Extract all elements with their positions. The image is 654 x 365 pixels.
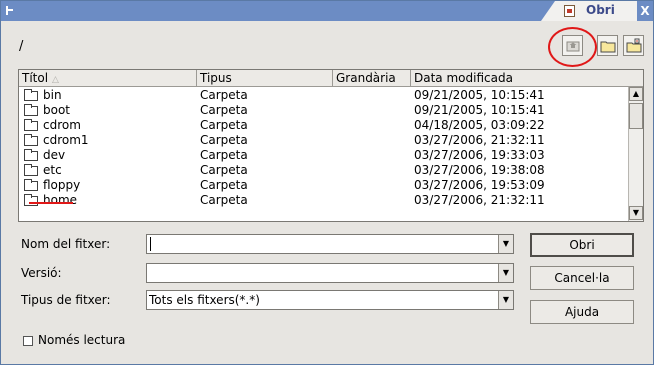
folder-icon	[24, 164, 38, 176]
current-path: /	[19, 39, 24, 54]
table-row[interactable]: floppy Carpeta 03/27/2006, 19:53:09	[19, 178, 627, 193]
file-open-dialog: Obri X / Títol △ Tipus Grandària Data mod…	[0, 0, 654, 365]
file-date: 03/27/2006, 19:33:03	[414, 148, 545, 162]
table-row[interactable]: home Carpeta 03/27/2006, 21:32:11	[19, 193, 627, 208]
table-row[interactable]: boot Carpeta 09/21/2005, 10:15:41	[19, 103, 627, 118]
version-select[interactable]: ▼	[146, 263, 514, 283]
file-type: Carpeta	[200, 163, 248, 177]
file-date: 04/18/2005, 03:09:22	[414, 118, 545, 132]
table-row[interactable]: dev Carpeta 03/27/2006, 19:33:03	[19, 148, 627, 163]
sort-ascending-icon: △	[52, 75, 59, 85]
folder-icon	[24, 104, 38, 116]
filetype-select[interactable]: Tots els fitxers(*.*) ▼	[146, 290, 514, 310]
file-name: cdrom1	[43, 133, 89, 147]
open-button[interactable]: Obri	[530, 233, 634, 257]
file-name: boot	[43, 103, 71, 117]
version-label: Versió:	[21, 266, 62, 280]
window-title: Obri	[586, 3, 615, 17]
file-date: 03/27/2006, 19:53:09	[414, 178, 545, 192]
file-type: Carpeta	[200, 193, 248, 207]
file-type: Carpeta	[200, 148, 248, 162]
filename-label: Nom del fitxer:	[21, 237, 111, 251]
chevron-down-icon[interactable]: ▼	[498, 291, 513, 309]
file-type: Carpeta	[200, 178, 248, 192]
column-header-size[interactable]: Grandària	[333, 70, 411, 87]
readonly-label: Només lectura	[38, 333, 126, 347]
folder-icon	[24, 89, 38, 101]
document-icon	[564, 5, 575, 17]
table-row[interactable]: bin Carpeta 09/21/2005, 10:15:41	[19, 88, 627, 103]
readonly-checkbox[interactable]	[23, 336, 33, 346]
scroll-down-icon[interactable]: ▼	[629, 206, 643, 220]
help-button[interactable]: Ajuda	[530, 300, 634, 324]
filename-input[interactable]: ▼	[146, 234, 514, 254]
window-menu-icon[interactable]	[5, 5, 15, 16]
title-tab: Obri	[541, 1, 637, 21]
close-icon[interactable]: X	[637, 1, 653, 21]
filetype-label: Tipus de fitxer:	[21, 293, 111, 307]
file-name: floppy	[43, 178, 81, 192]
new-folder-button[interactable]	[597, 35, 618, 56]
file-date: 09/21/2005, 10:15:41	[414, 88, 545, 102]
file-type: Carpeta	[200, 88, 248, 102]
text-cursor	[150, 237, 151, 251]
file-date: 03/27/2006, 19:38:08	[414, 163, 545, 177]
cancel-button[interactable]: Cancel·la	[530, 266, 634, 290]
filetype-value: Tots els fitxers(*.*)	[149, 293, 260, 307]
new-folder-icon	[600, 41, 616, 53]
chevron-down-icon[interactable]: ▼	[498, 235, 513, 253]
column-header-type[interactable]: Tipus	[197, 70, 333, 87]
file-name: home	[43, 193, 78, 207]
file-type: Carpeta	[200, 133, 248, 147]
up-folder-icon	[566, 41, 580, 52]
file-name: dev	[43, 148, 66, 162]
file-date: 03/27/2006, 21:32:11	[414, 193, 545, 207]
chevron-down-icon[interactable]: ▼	[498, 264, 513, 282]
file-date: 03/27/2006, 21:32:11	[414, 133, 545, 147]
folder-icon	[24, 179, 38, 191]
file-list[interactable]: Títol △ Tipus Grandària Data modificada b…	[18, 69, 644, 222]
file-name: etc	[43, 163, 62, 177]
table-row[interactable]: etc Carpeta 03/27/2006, 19:38:08	[19, 163, 627, 178]
file-type: Carpeta	[200, 118, 248, 132]
file-name: cdrom	[43, 118, 81, 132]
folder-icon	[24, 134, 38, 146]
folder-icon	[24, 119, 38, 131]
folder-icon	[24, 194, 38, 206]
title-bar[interactable]: Obri X	[1, 1, 653, 21]
vertical-scrollbar[interactable]: ▲ ▼	[628, 87, 643, 221]
up-folder-button[interactable]	[562, 35, 583, 56]
scroll-thumb[interactable]	[629, 103, 643, 129]
column-header-modified[interactable]: Data modificada	[411, 70, 643, 87]
annotation-underline	[29, 202, 73, 204]
file-name: bin	[43, 88, 62, 102]
folder-icon	[24, 149, 38, 161]
table-row[interactable]: cdrom1 Carpeta 03/27/2006, 21:32:11	[19, 133, 627, 148]
column-header-title-label: Títol	[22, 71, 49, 85]
table-row[interactable]: cdrom Carpeta 04/18/2005, 03:09:22	[19, 118, 627, 133]
scroll-up-icon[interactable]: ▲	[629, 87, 643, 101]
file-date: 09/21/2005, 10:15:41	[414, 103, 545, 117]
default-directory-button[interactable]	[623, 35, 644, 56]
column-header-title[interactable]: Títol △	[19, 70, 197, 87]
file-type: Carpeta	[200, 103, 248, 117]
default-directory-icon	[626, 38, 642, 53]
